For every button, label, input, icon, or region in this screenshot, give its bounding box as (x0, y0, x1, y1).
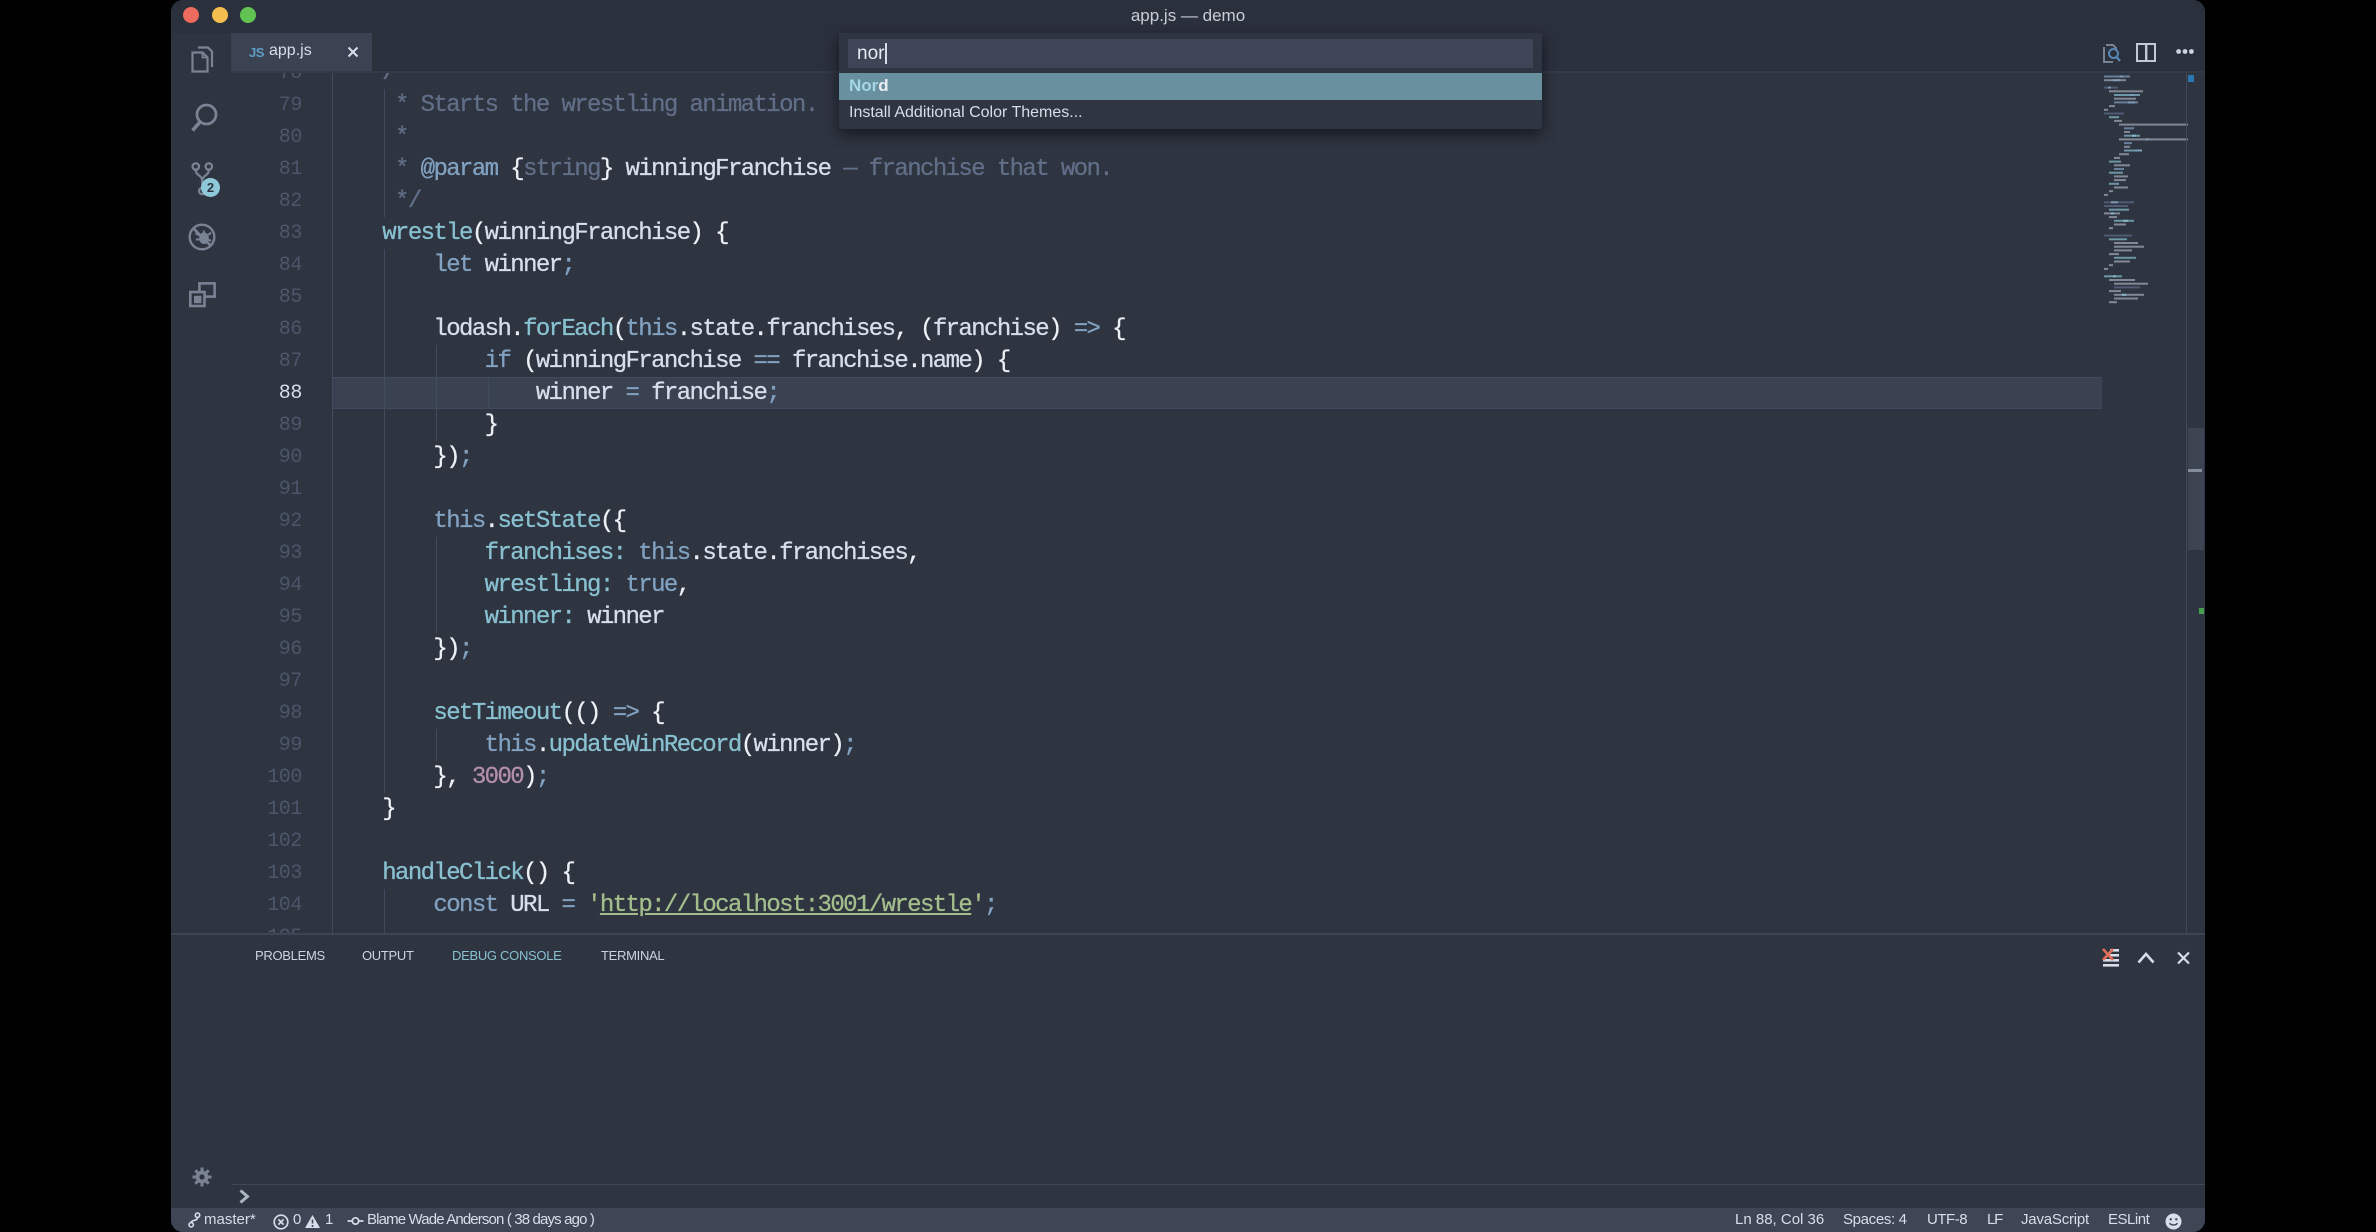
svg-text:2: 2 (207, 180, 214, 195)
